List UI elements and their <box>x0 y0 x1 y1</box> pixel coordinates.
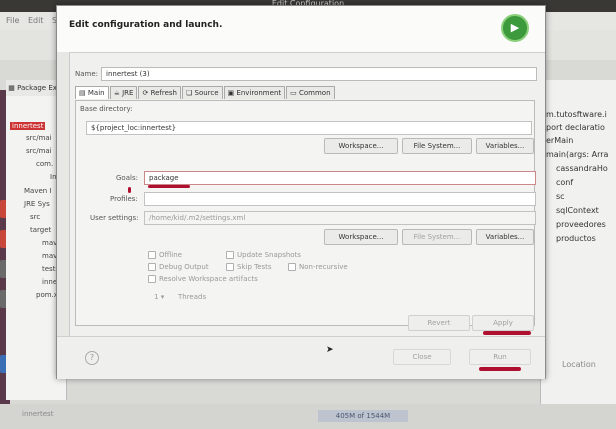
tab-label: Refresh <box>150 89 177 97</box>
tree-item[interactable]: JRE Sys <box>24 200 50 208</box>
tab-label: Main <box>87 89 105 97</box>
annotation-underline <box>483 331 531 335</box>
tab-jre[interactable]: ☕ JRE <box>109 86 138 99</box>
dialog-footer: ? Close Run <box>57 336 545 379</box>
resolve-workspace-checkbox[interactable]: Resolve Workspace artifacts <box>148 275 258 283</box>
tab-label: Source <box>194 89 219 97</box>
refresh-icon: ⟳ <box>142 89 149 97</box>
source-icon: ❏ <box>186 89 193 97</box>
outline-item[interactable]: proveedores <box>556 220 606 229</box>
goals-field[interactable]: package <box>144 171 536 185</box>
user-settings-field[interactable]: /home/kid/.m2/settings.xml <box>144 211 536 225</box>
checkbox-label: Skip Tests <box>237 263 272 271</box>
profiles-field[interactable] <box>144 192 536 206</box>
name-label: Name: <box>75 70 99 78</box>
tree-item[interactable]: Maven I <box>24 187 52 195</box>
dialog-left-strip <box>57 52 70 378</box>
goals-label: Goals: <box>116 174 138 182</box>
config-tabs: ▤ Main ☕ JRE ⟳ Refresh ❏ Source ▣ Environmen… <box>75 86 336 100</box>
launch-configuration-dialog: Edit configuration and launch. ▶ Name: i… <box>56 5 546 379</box>
tab-label: Environment <box>236 89 282 97</box>
debug-output-checkbox[interactable]: Debug Output <box>148 263 209 271</box>
outline-item[interactable]: main(args: Arra <box>546 150 608 159</box>
menu-edit[interactable]: Edit <box>28 12 44 30</box>
status-bar: innertest <box>0 404 616 429</box>
main-tab-panel: Base directory: ${project_loc:innertest}… <box>75 100 536 331</box>
package-icon: ▦ <box>8 84 15 92</box>
base-directory-field[interactable]: ${project_loc:innertest} <box>86 121 532 135</box>
tab-environment[interactable]: ▣ Environment <box>223 86 286 99</box>
settings-workspace-button[interactable]: Workspace... <box>324 229 398 245</box>
outline-item[interactable]: erMain <box>546 136 573 145</box>
common-icon: ▭ <box>290 89 297 97</box>
tree-item[interactable]: com. <box>36 160 53 168</box>
skip-tests-checkbox[interactable]: Skip Tests <box>226 263 272 271</box>
settings-variables-button[interactable]: Variables... <box>476 229 534 245</box>
revert-button[interactable]: Revert <box>408 315 470 331</box>
tab-refresh[interactable]: ⟳ Refresh <box>138 86 181 99</box>
name-field[interactable]: innertest (3) <box>101 67 537 81</box>
outline-item[interactable]: conf <box>556 178 573 187</box>
help-icon[interactable]: ? <box>85 351 99 365</box>
tab-common[interactable]: ▭ Common <box>286 86 335 99</box>
update-snapshots-checkbox[interactable]: Update Snapshots <box>226 251 301 259</box>
tab-label: Common <box>298 89 331 97</box>
mouse-cursor-icon: ➤ <box>326 345 334 355</box>
annotation-underline <box>479 367 521 371</box>
tree-item[interactable]: innertest <box>10 122 46 130</box>
menu-file[interactable]: File <box>6 12 19 30</box>
tab-main[interactable]: ▤ Main <box>75 86 109 99</box>
annotation-underline <box>148 185 190 188</box>
checkbox-label: Offline <box>159 251 182 259</box>
package-explorer-label: Package Exp <box>17 84 62 92</box>
checkbox-label: Update Snapshots <box>237 251 301 259</box>
apply-button[interactable]: Apply <box>472 315 534 331</box>
tree-item[interactable]: src/mai <box>26 147 52 155</box>
outline-item[interactable]: cassandraHo <box>556 164 608 173</box>
settings-file-system-button[interactable]: File System... <box>402 229 472 245</box>
tab-label: JRE <box>122 89 134 97</box>
run-banner-icon: ▶ <box>501 14 529 42</box>
checkbox-label: Non-recursive <box>299 263 348 271</box>
non-recursive-checkbox[interactable]: Non-recursive <box>288 263 348 271</box>
base-directory-label: Base directory: <box>80 105 133 113</box>
annotation-mark <box>128 187 131 193</box>
threads-label: Threads <box>178 293 207 301</box>
tree-item[interactable]: target <box>30 226 51 234</box>
outline-item[interactable]: port declaratio <box>546 123 605 132</box>
checkbox-label: Resolve Workspace artifacts <box>159 275 258 283</box>
workspace-button[interactable]: Workspace... <box>324 138 398 154</box>
status-text: innertest <box>22 410 54 418</box>
outline-item[interactable]: sqlContext <box>556 206 599 215</box>
outline-item[interactable]: productos <box>556 234 596 243</box>
user-settings-label: User settings: <box>90 214 139 222</box>
outline-item[interactable]: sc <box>556 192 565 201</box>
heap-status[interactable]: 405M of 1544M <box>318 410 408 422</box>
file-system-button[interactable]: File System... <box>402 138 472 154</box>
jre-icon: ☕ <box>113 89 120 97</box>
outline-item[interactable]: m.tutosftware.i <box>546 110 607 119</box>
profiles-label: Profiles: <box>110 195 138 203</box>
tab-source[interactable]: ❏ Source <box>182 86 223 99</box>
chevron-down-icon: ▾ <box>160 293 165 301</box>
close-button[interactable]: Close <box>393 349 451 365</box>
variables-button[interactable]: Variables... <box>476 138 534 154</box>
threads-value: 1 <box>154 293 159 301</box>
threads-spinner[interactable]: 1 ▾ <box>154 293 164 301</box>
environment-icon: ▣ <box>227 89 235 97</box>
main-tab-icon: ▤ <box>79 89 86 97</box>
location-column-header: Location <box>562 360 596 369</box>
tree-item[interactable]: src/mai <box>26 134 52 142</box>
offline-checkbox[interactable]: Offline <box>148 251 182 259</box>
run-button[interactable]: Run <box>469 349 531 365</box>
dialog-header-text: Edit configuration and launch. <box>69 20 223 30</box>
tree-item[interactable]: src <box>30 213 40 221</box>
checkbox-label: Debug Output <box>159 263 209 271</box>
